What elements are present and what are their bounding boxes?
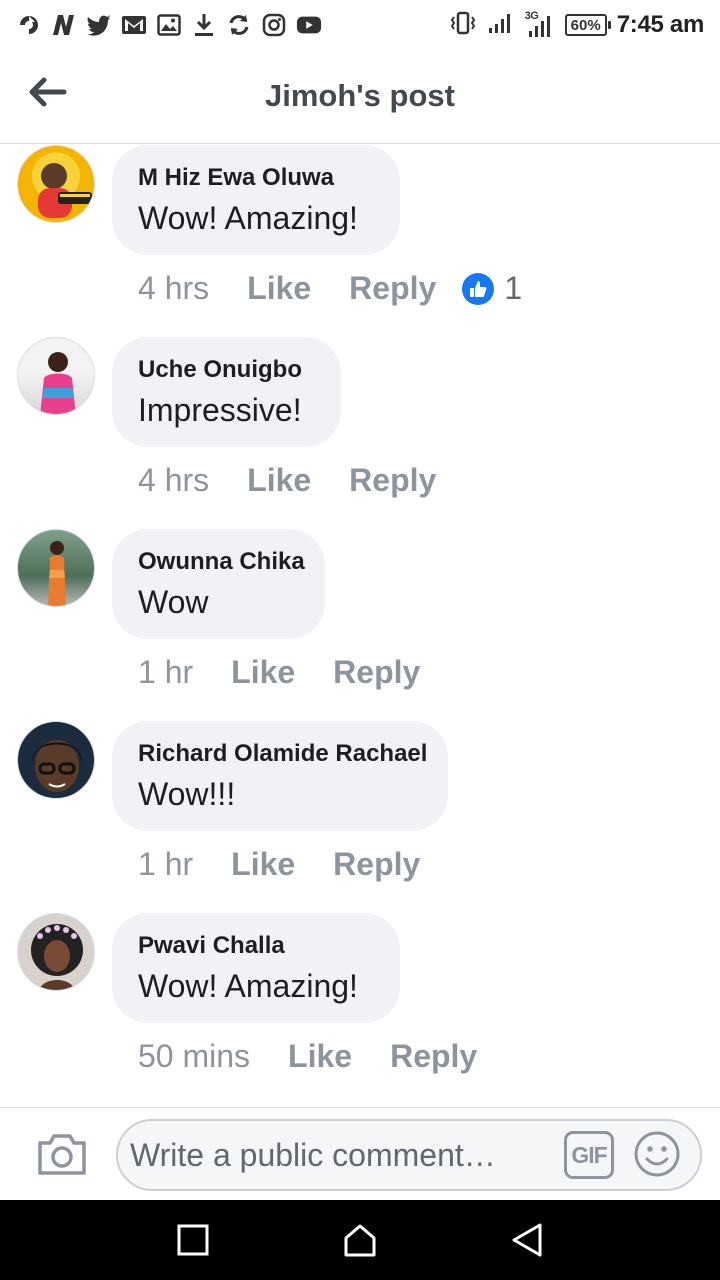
comment-text: Wow	[138, 584, 209, 620]
back-nav-button[interactable]	[497, 1210, 557, 1270]
comment-item: Richard Olamide Rachael Wow!!! 1 hr Like…	[0, 721, 720, 913]
avatar[interactable]	[17, 145, 95, 223]
comment-input[interactable]	[130, 1131, 550, 1179]
reply-button[interactable]: Reply	[349, 270, 436, 307]
news-n-icon	[51, 12, 77, 38]
comment-author[interactable]: Uche Onuigbo	[138, 355, 313, 385]
twitter-icon	[86, 12, 112, 38]
comment-text: Impressive!	[138, 392, 302, 428]
status-bar: 3G 60% 7:45 am	[0, 0, 720, 50]
like-button[interactable]: Like	[231, 846, 295, 883]
comment-item: M Hiz Ewa Oluwa Wow! Amazing! 4 hrs Like…	[0, 145, 720, 337]
gif-button[interactable]: GIF	[564, 1131, 614, 1179]
like-button[interactable]: Like	[247, 270, 311, 307]
emoji-button[interactable]	[632, 1129, 682, 1179]
like-button[interactable]: Like	[247, 462, 311, 499]
avatar[interactable]	[17, 529, 95, 607]
comment-timestamp[interactable]: 4 hrs	[138, 462, 209, 499]
comment-timestamp[interactable]: 4 hrs	[138, 270, 209, 307]
gmail-icon	[121, 12, 147, 38]
reply-button[interactable]: Reply	[333, 654, 420, 691]
comment-text: Wow! Amazing!	[138, 968, 358, 1004]
system-icons: 3G 60% 7:45 am	[449, 10, 705, 40]
comment-text: Wow! Amazing!	[138, 200, 358, 236]
post-header: Jimoh's post	[0, 50, 720, 144]
camera-icon	[38, 1134, 86, 1175]
download-icon	[191, 12, 217, 38]
status-time: 7:45 am	[616, 11, 705, 38]
home-button[interactable]	[330, 1210, 390, 1270]
home-icon	[344, 1224, 376, 1257]
instagram-icon	[261, 12, 287, 38]
comment-bubble[interactable]: Uche Onuigbo Impressive!	[112, 337, 341, 447]
battery-level: 60%	[570, 16, 601, 34]
thumbs-up-icon	[462, 272, 495, 305]
comment-bubble[interactable]: Pwavi Challa Wow! Amazing!	[112, 913, 400, 1023]
reply-button[interactable]: Reply	[333, 846, 420, 883]
comments-list[interactable]: M Hiz Ewa Oluwa Wow! Amazing! 4 hrs Like…	[0, 145, 720, 1107]
comment-actions: 1 hr Like Reply	[138, 846, 458, 883]
reaction-summary[interactable]: 1	[462, 270, 522, 307]
sync-icon	[226, 12, 252, 38]
notification-icons	[16, 12, 322, 38]
comment-timestamp[interactable]: 50 mins	[138, 1038, 250, 1075]
reaction-count: 1	[504, 270, 523, 306]
recents-square-icon	[177, 1224, 209, 1256]
smiley-icon	[634, 1131, 680, 1177]
gallery-icon	[156, 12, 182, 38]
comment-actions: 4 hrs Like Reply	[138, 462, 474, 499]
youtube-icon	[296, 12, 322, 38]
comment-timestamp[interactable]: 1 hr	[138, 846, 193, 883]
reply-button[interactable]: Reply	[390, 1038, 477, 1075]
back-triangle-icon	[512, 1223, 542, 1257]
comment-author[interactable]: Owunna Chika	[138, 547, 305, 577]
signal-icon	[487, 12, 515, 39]
camera-button[interactable]	[34, 1126, 90, 1182]
comment-author[interactable]: M Hiz Ewa Oluwa	[138, 163, 372, 193]
comment-actions: 4 hrs Like Reply 1	[138, 270, 522, 307]
comment-composer: GIF	[0, 1107, 720, 1200]
vibrate-icon	[449, 11, 477, 40]
recents-button[interactable]	[163, 1210, 223, 1270]
page-title: Jimoh's post	[265, 78, 455, 113]
reply-button[interactable]: Reply	[349, 462, 436, 499]
comment-actions: 1 hr Like Reply	[138, 654, 458, 691]
signal-3g-icon: 3G	[525, 10, 555, 38]
comment-actions: 50 mins Like Reply	[138, 1038, 515, 1075]
avatar[interactable]	[17, 721, 95, 799]
comment-item: Uche Onuigbo Impressive! 4 hrs Like Repl…	[0, 337, 720, 529]
like-button[interactable]: Like	[231, 654, 295, 691]
arrow-app-icon	[16, 12, 42, 38]
system-nav-bar	[0, 1200, 720, 1280]
comment-text: Wow!!!	[138, 776, 236, 812]
comment-item: Owunna Chika Wow 1 hr Like Reply	[0, 529, 720, 721]
comment-author[interactable]: Pwavi Challa	[138, 931, 372, 961]
comment-bubble[interactable]: Owunna Chika Wow	[112, 529, 325, 639]
comment-input-box[interactable]: GIF	[116, 1119, 702, 1191]
comment-bubble[interactable]: M Hiz Ewa Oluwa Wow! Amazing!	[112, 145, 400, 255]
comment-timestamp[interactable]: 1 hr	[138, 654, 193, 691]
like-button[interactable]: Like	[288, 1038, 352, 1075]
battery-icon: 60%	[564, 14, 611, 36]
avatar[interactable]	[17, 337, 95, 415]
comment-author[interactable]: Richard Olamide Rachael	[138, 739, 427, 769]
avatar[interactable]	[17, 913, 95, 991]
comment-item: Pwavi Challa Wow! Amazing! 50 mins Like …	[0, 913, 720, 1105]
comment-bubble[interactable]: Richard Olamide Rachael Wow!!!	[112, 721, 448, 831]
